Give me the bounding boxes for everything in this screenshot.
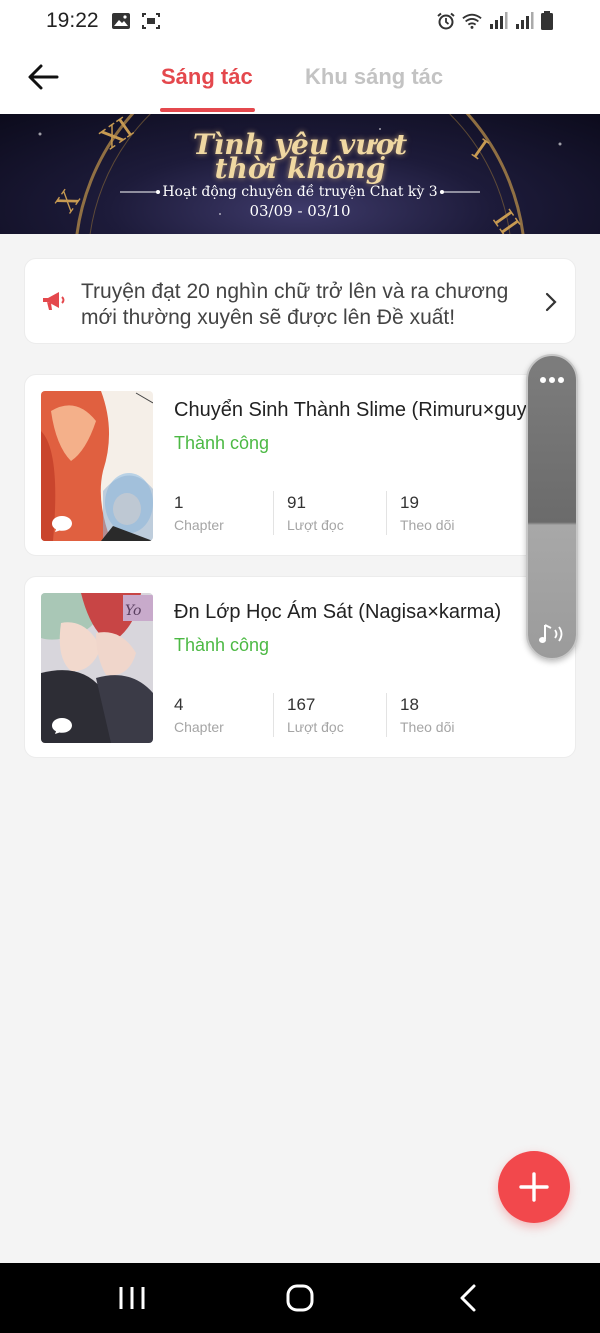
tab-sang-tac[interactable]: Sáng tác bbox=[161, 64, 253, 90]
stat-reads: 91 Lượt đọc bbox=[287, 493, 344, 533]
signal-icon bbox=[490, 12, 508, 29]
stat-value: 91 bbox=[287, 493, 306, 512]
story-title: Chuyển Sinh Thành Slime (Rimuru×guy) bbox=[174, 399, 534, 421]
story-card[interactable]: Yo Đn Lớp Học Ám Sát (Nagisa×karma) Thàn… bbox=[24, 576, 576, 758]
divider bbox=[273, 693, 274, 737]
svg-text:Yo: Yo bbox=[125, 603, 141, 619]
recommendation-notice[interactable]: Truyện đạt 20 nghìn chữ trở lên và ra ch… bbox=[24, 258, 576, 344]
stat-label: Lượt đọc bbox=[287, 517, 344, 533]
alarm-icon bbox=[437, 12, 455, 30]
signal-icon bbox=[516, 12, 534, 29]
add-story-button[interactable] bbox=[498, 1151, 570, 1223]
stat-chapters: 1 Chapter bbox=[174, 493, 224, 533]
stat-value: 167 bbox=[287, 695, 316, 714]
comment-icon bbox=[52, 718, 72, 734]
chevron-right-icon bbox=[545, 292, 557, 312]
story-status: Thành công bbox=[174, 433, 270, 453]
stat-value: 18 bbox=[400, 695, 419, 714]
banner-title-line2: thời không bbox=[214, 152, 386, 185]
more-dots-icon[interactable] bbox=[528, 370, 576, 390]
banner-date: 03/09 - 03/10 bbox=[249, 202, 351, 220]
app-header: Sáng tác Khu sáng tác bbox=[0, 42, 600, 114]
event-banner[interactable]: XI I II X Tình yêu vượt thời không Hoạt … bbox=[0, 114, 600, 234]
status-bar: 19:22 bbox=[0, 0, 600, 42]
floating-panel[interactable] bbox=[526, 354, 578, 660]
back-nav-icon[interactable] bbox=[448, 1283, 488, 1313]
story-cover: Yo bbox=[41, 593, 153, 743]
story-cover bbox=[41, 391, 153, 541]
music-note-icon[interactable] bbox=[538, 622, 568, 648]
wifi-icon bbox=[462, 13, 482, 29]
banner-subtitle: Hoạt động chuyên đề truyện Chat kỳ 3 bbox=[162, 184, 438, 200]
arrow-left-icon bbox=[28, 64, 59, 90]
stat-value: 4 bbox=[174, 695, 184, 714]
story-status: Thành công bbox=[174, 635, 270, 655]
home-icon[interactable] bbox=[280, 1283, 320, 1313]
stat-followers: 19 Theo dõi bbox=[400, 493, 454, 533]
megaphone-icon bbox=[43, 292, 65, 310]
active-tab-indicator bbox=[160, 108, 255, 112]
divider bbox=[386, 491, 387, 535]
stat-value: 1 bbox=[174, 493, 184, 512]
battery-icon bbox=[541, 11, 553, 30]
stat-value: 19 bbox=[400, 493, 419, 512]
plus-icon bbox=[519, 1172, 549, 1202]
image-icon bbox=[111, 13, 130, 29]
stat-followers: 18 Theo dõi bbox=[400, 695, 454, 735]
divider bbox=[386, 693, 387, 737]
back-button[interactable] bbox=[24, 58, 62, 96]
stat-reads: 167 Lượt đọc bbox=[287, 695, 344, 735]
story-card[interactable]: Chuyển Sinh Thành Slime (Rimuru×guy) Thà… bbox=[24, 374, 576, 556]
stat-label: Theo dõi bbox=[400, 719, 455, 735]
stat-chapters: 4 Chapter bbox=[174, 695, 224, 735]
comment-icon bbox=[52, 516, 72, 532]
stat-label: Lượt đọc bbox=[287, 719, 344, 735]
status-time: 19:22 bbox=[46, 9, 99, 32]
stat-label: Chapter bbox=[174, 517, 224, 533]
notice-text: Truyện đạt 20 nghìn chữ trở lên và ra ch… bbox=[81, 280, 509, 329]
tab-khu-sang-tac[interactable]: Khu sáng tác bbox=[305, 64, 443, 90]
story-title: Đn Lớp Học Ám Sát (Nagisa×karma) bbox=[174, 601, 502, 623]
recent-apps-icon[interactable] bbox=[112, 1283, 152, 1313]
stat-label: Chapter bbox=[174, 719, 224, 735]
system-nav-bar bbox=[0, 1263, 600, 1333]
stat-label: Theo dõi bbox=[400, 517, 455, 533]
screenshot-icon bbox=[141, 13, 160, 29]
divider bbox=[273, 491, 274, 535]
